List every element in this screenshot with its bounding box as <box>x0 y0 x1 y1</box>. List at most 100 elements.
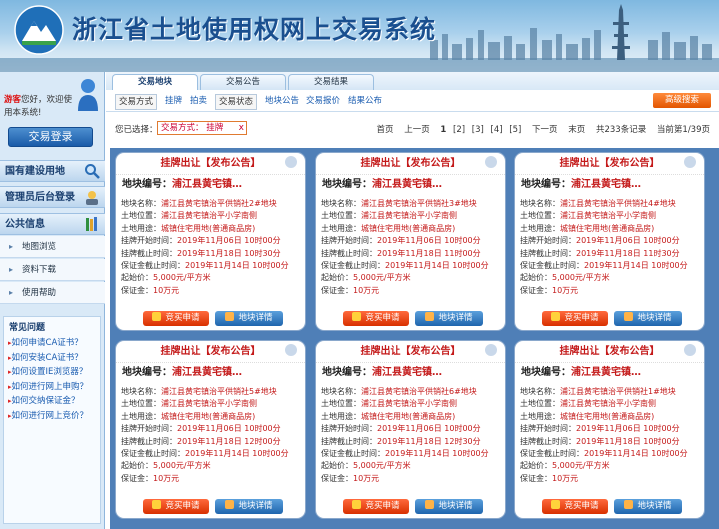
info-row-location: 土地位置：浦江县黄宅镇治平小学南侧 <box>520 398 699 410</box>
info-row-end: 挂牌截止时间：2019年11月18日 11时00分 <box>321 248 500 260</box>
info-row-location: 土地位置：浦江县黄宅镇治平小学南侧 <box>321 398 500 410</box>
parcel-detail-button[interactable]: 地块详情 <box>415 311 483 326</box>
page-link-current[interactable]: 1 <box>440 125 446 135</box>
parcel-number-value[interactable]: 浦江县黄宅镇… <box>372 367 442 378</box>
parcel-number-value[interactable]: 浦江县黄宅镇… <box>571 367 641 378</box>
selected-filter-chip[interactable]: 交易方式： 挂牌 x <box>157 121 247 135</box>
info-row-name: 地块名称：浦江县黄宅镇治平供销社4#地块 <box>520 198 699 210</box>
info-label: 地块名称： <box>321 199 361 208</box>
parcel-detail-button[interactable]: 地块详情 <box>215 311 283 326</box>
section-public-info[interactable]: 公共信息 <box>0 213 105 235</box>
page-link[interactable]: [3] <box>472 125 484 135</box>
info-label: 土地用途： <box>121 411 161 421</box>
sidebar-item-downloads[interactable]: 资料下载 <box>0 259 105 281</box>
card-title[interactable]: 挂牌出让【发布公告】 <box>515 153 704 175</box>
prev-page-link[interactable]: 上一页 <box>404 125 430 135</box>
page-link[interactable]: [4] <box>491 125 503 135</box>
last-page-link[interactable]: 末页 <box>568 125 585 135</box>
faq-link[interactable]: 如何交纳保证金？ <box>4 394 100 409</box>
card-title[interactable]: 挂牌出让【发布公告】 <box>116 341 305 363</box>
info-label: 起始价： <box>520 461 552 471</box>
section-state-land[interactable]: 国有建设用地 <box>0 160 105 182</box>
sidebar-item-map[interactable]: 地图浏览 <box>0 236 105 258</box>
parcel-number-value[interactable]: 浦江县黄宅镇… <box>172 367 242 378</box>
parcel-number-row: 地块编号：浦江县黄宅镇… <box>116 175 305 195</box>
next-page-link[interactable]: 下一页 <box>532 125 558 135</box>
bid-apply-button[interactable]: 竞买申请 <box>143 499 209 514</box>
info-value: 浦江县黄宅镇治平供销社4#地块 <box>560 199 676 208</box>
parcel-detail-button[interactable]: 地块详情 <box>215 499 283 514</box>
section-admin-login[interactable]: 管理员后台登录 <box>0 186 105 208</box>
parcel-number-value[interactable]: 浦江县黄宅镇… <box>571 179 641 190</box>
tab-trade-announcements[interactable]: 交易公告 <box>200 74 286 90</box>
main-content: 交易地块 交易公告 交易结果 交易方式 挂牌 拍卖 交易状态 地块公告 交易报价… <box>106 72 719 529</box>
bid-icon <box>152 312 162 321</box>
info-value: 2019年11月18日 11时00分 <box>377 248 481 258</box>
info-value: 5,000元/平方米 <box>153 273 211 283</box>
mode-listing-link[interactable]: 挂牌 <box>165 94 182 108</box>
faq-link[interactable]: 如何安装CA证书？ <box>4 351 100 366</box>
info-row-name: 地块名称：浦江县黄宅镇治平供销社1#地块 <box>520 386 699 398</box>
tab-trade-parcels[interactable]: 交易地块 <box>112 74 198 90</box>
faq-link[interactable]: 如何进行网上竞价？ <box>4 409 100 424</box>
page-link[interactable]: [2] <box>453 125 465 135</box>
detail-icon <box>624 312 634 321</box>
info-row-start: 挂牌开始时间：2019年11月06日 10时00分 <box>121 235 300 247</box>
parcel-detail-button[interactable]: 地块详情 <box>415 499 483 514</box>
bid-apply-button[interactable]: 竞买申请 <box>343 311 409 326</box>
parcel-number-value[interactable]: 浦江县黄宅镇… <box>372 179 442 190</box>
state-announce-link[interactable]: 地块公告 <box>265 94 299 108</box>
parcel-detail-label: 地块详情 <box>438 313 473 323</box>
mode-auction-link[interactable]: 拍卖 <box>190 94 207 108</box>
faq-link[interactable]: 如何申请CA证书？ <box>4 336 100 351</box>
card-title[interactable]: 挂牌出让【发布公告】 <box>316 341 505 363</box>
bid-icon <box>551 312 561 321</box>
info-label: 起始价： <box>321 273 353 283</box>
site-logo <box>14 5 64 55</box>
info-row-location: 土地位置：浦江县黄宅镇治平小学南侧 <box>520 210 699 222</box>
parcel-detail-button[interactable]: 地块详情 <box>614 499 682 514</box>
info-label: 挂牌开始时间： <box>520 236 576 246</box>
info-row-use: 土地用途：城镇住宅用地(普通商品房) <box>520 223 699 235</box>
bid-icon <box>352 312 362 321</box>
card-title[interactable]: 挂牌出让【发布公告】 <box>116 153 305 175</box>
first-page-link[interactable]: 首页 <box>376 125 393 135</box>
page-link[interactable]: [5] <box>509 125 521 135</box>
bid-apply-button[interactable]: 竞买申请 <box>542 311 608 326</box>
tab-trade-results[interactable]: 交易结果 <box>288 74 374 90</box>
card-actions: 竞买申请 地块详情 <box>143 499 283 514</box>
info-value: 浦江县黄宅镇治平供销社2#地块 <box>161 199 277 208</box>
info-value: 5,000元/平方米 <box>353 273 411 283</box>
info-value: 10万元 <box>552 285 579 295</box>
bid-apply-button[interactable]: 竞买申请 <box>542 499 608 514</box>
parcel-number-label: 地块编号： <box>322 367 372 378</box>
info-row-end: 挂牌截止时间：2019年11月18日 10时00分 <box>520 436 699 448</box>
parcel-detail-button[interactable]: 地块详情 <box>614 311 682 326</box>
faq-link[interactable]: 如何进行网上申购？ <box>4 380 100 395</box>
info-value: 2019年11月18日 10时00分 <box>576 436 680 446</box>
info-label: 挂牌截止时间： <box>520 248 576 258</box>
trade-state-label: 交易状态 <box>215 94 258 110</box>
info-row-use: 土地用途：城镇住宅用地(普通商品房) <box>121 223 300 235</box>
search-icon <box>85 164 100 179</box>
faq-link[interactable]: 如何设置IE浏览器？ <box>4 365 100 380</box>
advanced-search-button[interactable]: 高级搜索 <box>653 93 711 108</box>
parcel-number-row: 地块编号：浦江县黄宅镇… <box>515 363 704 383</box>
faq-panel: 常见问题 如何申请CA证书？ 如何安装CA证书？ 如何设置IE浏览器？ 如何进行… <box>3 316 101 524</box>
card-actions: 竞买申请 地块详情 <box>343 499 483 514</box>
state-result-link[interactable]: 结果公布 <box>348 94 382 108</box>
bid-apply-button[interactable]: 竞买申请 <box>143 311 209 326</box>
card-corner-icon <box>684 156 696 168</box>
remove-filter-icon[interactable]: x <box>239 122 244 134</box>
info-value: 2019年11月14日 10时00分 <box>185 449 289 459</box>
state-quote-link[interactable]: 交易报价 <box>306 94 340 108</box>
info-label: 地块名称： <box>520 199 560 208</box>
trade-login-button[interactable]: 交易登录 <box>8 127 93 147</box>
parcel-number-value[interactable]: 浦江县黄宅镇… <box>172 179 242 190</box>
info-value: 2019年11月18日 12时00分 <box>177 436 281 446</box>
card-title[interactable]: 挂牌出让【发布公告】 <box>515 341 704 363</box>
sidebar-item-help[interactable]: 使用帮助 <box>0 282 105 304</box>
card-title[interactable]: 挂牌出让【发布公告】 <box>316 153 505 175</box>
parcel-info: 地块名称：浦江县黄宅镇治平供销社3#地块 土地位置：浦江县黄宅镇治平小学南侧 土地用… <box>316 195 505 300</box>
bid-apply-button[interactable]: 竞买申请 <box>343 499 409 514</box>
